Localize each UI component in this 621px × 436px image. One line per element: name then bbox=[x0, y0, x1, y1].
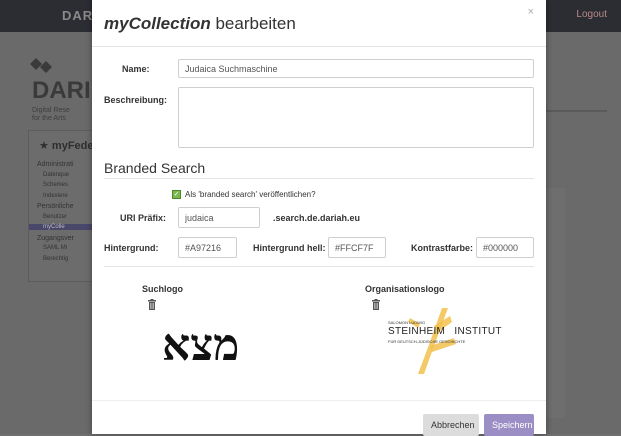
modal-title: myCollection bearbeiten bbox=[104, 14, 296, 33]
org-logo-line1: SALOMON LUDWIG bbox=[388, 320, 426, 325]
sidebar-item[interactable]: Datenque bbox=[43, 172, 69, 178]
org-logo-line3: FÜR DEUTSCH-JÜDISCHE GESCHICHTE bbox=[388, 339, 466, 344]
section-divider bbox=[104, 178, 534, 179]
title-divider bbox=[92, 46, 546, 47]
sidebar-item[interactable]: Berechtig bbox=[43, 256, 68, 262]
background-color-label: Hintergrund: bbox=[104, 243, 159, 253]
background-panel bbox=[545, 188, 565, 418]
sidebar-item[interactable]: Persönliche bbox=[37, 203, 74, 210]
organisation-logo-image: SALOMON LUDWIG STEINHEIM INSTITUT FÜR DE… bbox=[384, 298, 504, 374]
sidebar-item[interactable]: SAML Mi bbox=[43, 245, 67, 251]
logout-link[interactable]: Logout bbox=[576, 9, 607, 20]
background-light-input[interactable] bbox=[328, 237, 386, 258]
sidebar-item[interactable]: Schemes bbox=[43, 182, 68, 188]
uri-prefix-label: URI Präfix: bbox=[120, 213, 167, 223]
edit-collection-modal: myCollection bearbeiten × Name: Beschrei… bbox=[92, 0, 546, 436]
trash-icon[interactable] bbox=[147, 299, 157, 310]
close-icon[interactable]: × bbox=[528, 6, 534, 18]
search-logo-heading: Suchlogo bbox=[142, 284, 183, 294]
branded-search-heading: Branded Search bbox=[104, 160, 206, 176]
background-color-input[interactable] bbox=[178, 237, 237, 258]
org-logo-line2: STEINHEIM INSTITUT bbox=[388, 326, 502, 337]
sidebar-item[interactable]: Administrati bbox=[37, 161, 74, 168]
sidebar-item[interactable]: Zugangsver bbox=[37, 235, 74, 242]
organisation-logo-heading: Organisationslogo bbox=[365, 284, 445, 294]
save-button[interactable]: Speichern bbox=[484, 414, 534, 436]
sidebar-item[interactable]: Benutzer bbox=[43, 214, 67, 220]
name-input[interactable] bbox=[178, 59, 534, 78]
uri-suffix: .search.de.dariah.eu bbox=[273, 213, 361, 223]
description-textarea[interactable] bbox=[178, 87, 534, 148]
description-label: Beschreibung: bbox=[104, 95, 168, 105]
uri-prefix-input[interactable] bbox=[178, 207, 260, 228]
logos-divider bbox=[104, 266, 534, 267]
contrast-color-label: Kontrastfarbe: bbox=[411, 243, 474, 253]
footer-divider bbox=[92, 400, 546, 401]
publish-checkbox[interactable]: ✓ bbox=[172, 190, 181, 199]
publish-checkbox-label: Als 'branded search' veröffentlichen? bbox=[185, 190, 316, 199]
contrast-color-input[interactable] bbox=[476, 237, 534, 258]
background-divider bbox=[545, 110, 607, 112]
background-light-label: Hintergrund hell: bbox=[253, 243, 326, 253]
logo-word: DARI bbox=[32, 77, 91, 104]
name-label: Name: bbox=[122, 64, 150, 74]
sidebar: ★ myFede Administrati Datenque Schemes Inde… bbox=[28, 130, 96, 282]
sidebar-item[interactable]: myColle bbox=[29, 224, 95, 230]
sidebar-item[interactable]: Indexiere bbox=[43, 193, 68, 199]
cancel-button[interactable]: Abbrechen bbox=[423, 414, 479, 436]
logo-subtitle: Digital Rese for the Arts bbox=[32, 107, 70, 122]
sidebar-title: ★ myFede bbox=[39, 140, 94, 152]
search-logo-image: מצא bbox=[162, 320, 240, 371]
trash-icon[interactable] bbox=[371, 299, 381, 310]
